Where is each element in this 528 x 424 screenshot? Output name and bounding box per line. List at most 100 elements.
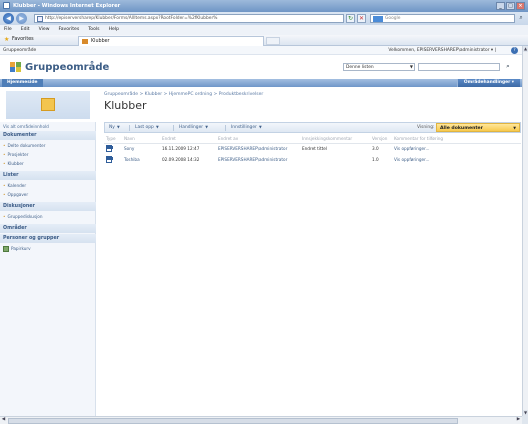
nav-item-oppgaver[interactable]: Oppgaver — [3, 190, 93, 198]
menu-file[interactable]: File — [4, 27, 12, 35]
page-title: Klubber — [104, 99, 147, 112]
site-actions-menu[interactable]: Områdehandlinger ▾ — [456, 79, 520, 87]
help-icon[interactable]: ? — [511, 47, 518, 54]
version-cell: 3.0 — [372, 146, 379, 152]
view-selector[interactable]: Alle dokumenter ▼ — [436, 123, 520, 132]
new-tab-button[interactable] — [266, 37, 280, 45]
toolbar-separator — [173, 125, 174, 131]
table-row: Toshiba 02.09.2008 14:32 EPISERVERSHAREP… — [104, 154, 521, 165]
modified-by-link[interactable]: EPISERVERSHAREP\administrator — [216, 143, 300, 154]
address-bar: ◀ ▶ http://episerversharep/Klubber/Forms… — [0, 12, 528, 25]
column-header-approval-comment[interactable]: Kommentar for tilføring — [392, 135, 521, 144]
scroll-thumb[interactable] — [8, 418, 458, 424]
top-navigation: Hjemmeside Områdehandlinger ▾ — [0, 79, 522, 87]
menu-help[interactable]: Help — [109, 27, 119, 35]
scroll-right-arrow-icon[interactable]: ▶ — [515, 417, 522, 424]
chevron-down-icon: ▼ — [204, 125, 208, 129]
star-icon: ★ — [4, 36, 10, 43]
modified-by-link[interactable]: EPISERVERSHAREP\administrator — [216, 154, 300, 165]
nav-item-delte-dokumenter[interactable]: Delte dokumenter — [3, 141, 93, 149]
favorites-button[interactable]: ★ Favorites — [4, 36, 34, 43]
search-icon[interactable]: ⌕ — [516, 14, 526, 23]
browser-tab[interactable]: Klubber — [78, 36, 264, 46]
nav-header-dokumenter[interactable]: Dokumenter — [0, 131, 96, 140]
document-type-cell — [104, 154, 122, 165]
recycle-bin-label: Papirkurv — [11, 246, 31, 251]
column-header-modified-by[interactable]: Endret av — [216, 135, 300, 144]
view-label: Visning: — [417, 125, 435, 130]
column-header-checkin-comment[interactable]: Innsjekkingskommentar — [300, 135, 370, 144]
welcome-menu[interactable]: Velkommen, EPISERVERSHAREP\administrator… — [388, 48, 496, 53]
search-scope-select[interactable]: Denne listen ▼ — [343, 63, 415, 71]
back-button[interactable]: ◀ — [3, 13, 14, 24]
version-cell: 1.0 — [372, 157, 379, 162]
sp-header: Gruppeområde Denne listen ▼ ⌕ — [0, 55, 522, 79]
menu-view[interactable]: View — [39, 27, 50, 35]
quick-launch: Vis alt områdeinnhold Dokumenter Delte d… — [0, 122, 96, 416]
nav-item-prosjekter[interactable]: Prosjekter — [3, 150, 93, 158]
settings-menu-label: Innstillinger — [231, 125, 257, 130]
chevron-down-icon: ▼ — [409, 64, 413, 69]
chevron-down-icon: ▼ — [154, 125, 159, 129]
menu-tools[interactable]: Tools — [88, 27, 99, 35]
nav-item-klubber[interactable]: Klubber — [3, 159, 93, 167]
site-title[interactable]: Gruppeområde — [25, 62, 109, 73]
forward-button[interactable]: ▶ — [16, 13, 27, 24]
horizontal-scrollbar[interactable]: ◀ ▶ — [0, 416, 522, 424]
settings-menu[interactable]: Innstillinger ▼ — [231, 125, 262, 130]
upload-menu[interactable]: Last opp ▼ — [135, 125, 159, 130]
column-header-name[interactable]: Navn — [122, 135, 160, 144]
new-menu[interactable]: Ny ▼ — [109, 125, 120, 130]
vertical-scrollbar[interactable]: ▲ ▼ — [522, 46, 528, 416]
scroll-left-arrow-icon[interactable]: ◀ — [0, 417, 7, 424]
new-menu-label: Ny — [109, 125, 115, 130]
breadcrumb[interactable]: Gruppeområde > Klubber > HjemmePC ordnin… — [104, 92, 263, 97]
toolbar-separator — [129, 125, 130, 131]
menu-edit[interactable]: Edit — [21, 27, 30, 35]
nav-header-omrader[interactable]: Områder — [0, 224, 96, 233]
menu-favorites[interactable]: Favorites — [59, 27, 80, 35]
maximize-button[interactable]: □ — [506, 2, 515, 10]
modified-cell: 16.11.2009 12:47 — [162, 146, 200, 152]
document-name-link[interactable]: Toshiba — [122, 154, 160, 165]
refresh-button[interactable]: ↻ — [346, 14, 355, 23]
actions-menu-label: Handlinger — [179, 125, 204, 130]
minimize-button[interactable]: _ — [496, 2, 505, 10]
close-button[interactable]: × — [516, 2, 525, 10]
view-entries-link[interactable]: Vis oppføringer... — [392, 143, 521, 154]
site-search-icon[interactable]: ⌕ — [502, 62, 514, 72]
column-header-version[interactable]: Versjon — [370, 135, 392, 144]
nav-item-kalender[interactable]: Kalender — [3, 181, 93, 189]
checkin-comment-cell: Endret tittel — [302, 146, 327, 152]
column-header-type[interactable]: Type — [104, 135, 122, 144]
nav-header-diskusjoner[interactable]: Diskusjoner — [0, 202, 96, 211]
site-search-input[interactable] — [418, 63, 500, 71]
document-icon — [106, 155, 113, 163]
nav-header-personer-og-grupper[interactable]: Personer og grupper — [0, 234, 96, 243]
upload-menu-label: Last opp — [135, 125, 154, 130]
nav-item-gruppediskusjon[interactable]: Gruppediskusjon — [3, 212, 93, 220]
view-entries-link[interactable]: Vis oppføringer... — [392, 154, 521, 165]
document-type-cell — [104, 143, 122, 154]
column-header-modified[interactable]: Endret — [160, 135, 216, 144]
menu-bar: File Edit View Favorites Tools Help — [0, 25, 528, 35]
nav-header-lister[interactable]: Lister — [0, 171, 96, 180]
document-name-link[interactable]: Sony — [122, 143, 160, 154]
scroll-up-arrow-icon[interactable]: ▲ — [523, 46, 528, 52]
favorites-label: Favorites — [12, 37, 34, 42]
search-scope-value: Denne listen — [346, 65, 374, 70]
actions-menu[interactable]: Handlinger ▼ — [179, 125, 208, 130]
search-input[interactable]: Google — [370, 14, 515, 23]
top-site-link[interactable]: Gruppeområde — [3, 48, 36, 53]
view-all-content-link[interactable]: Vis alt områdeinnhold — [3, 122, 93, 130]
recycle-bin-link[interactable]: Papirkurv — [3, 246, 31, 252]
sp-top-bar: Gruppeområde Velkommen, EPISERVERSHAREP\… — [0, 46, 522, 55]
folder-icon — [41, 98, 55, 111]
scroll-down-arrow-icon[interactable]: ▼ — [523, 410, 528, 416]
stop-button[interactable]: ✕ — [357, 14, 366, 23]
chevron-down-icon: ▼ — [115, 125, 120, 129]
tab-title: Klubber — [91, 39, 110, 44]
url-field[interactable]: http://episerversharep/Klubber/Forms/All… — [34, 14, 344, 23]
nav-home-tab[interactable]: Hjemmeside — [2, 79, 43, 87]
table-header-row: Type Navn Endret Endret av Innsjekkingsk… — [104, 135, 521, 144]
